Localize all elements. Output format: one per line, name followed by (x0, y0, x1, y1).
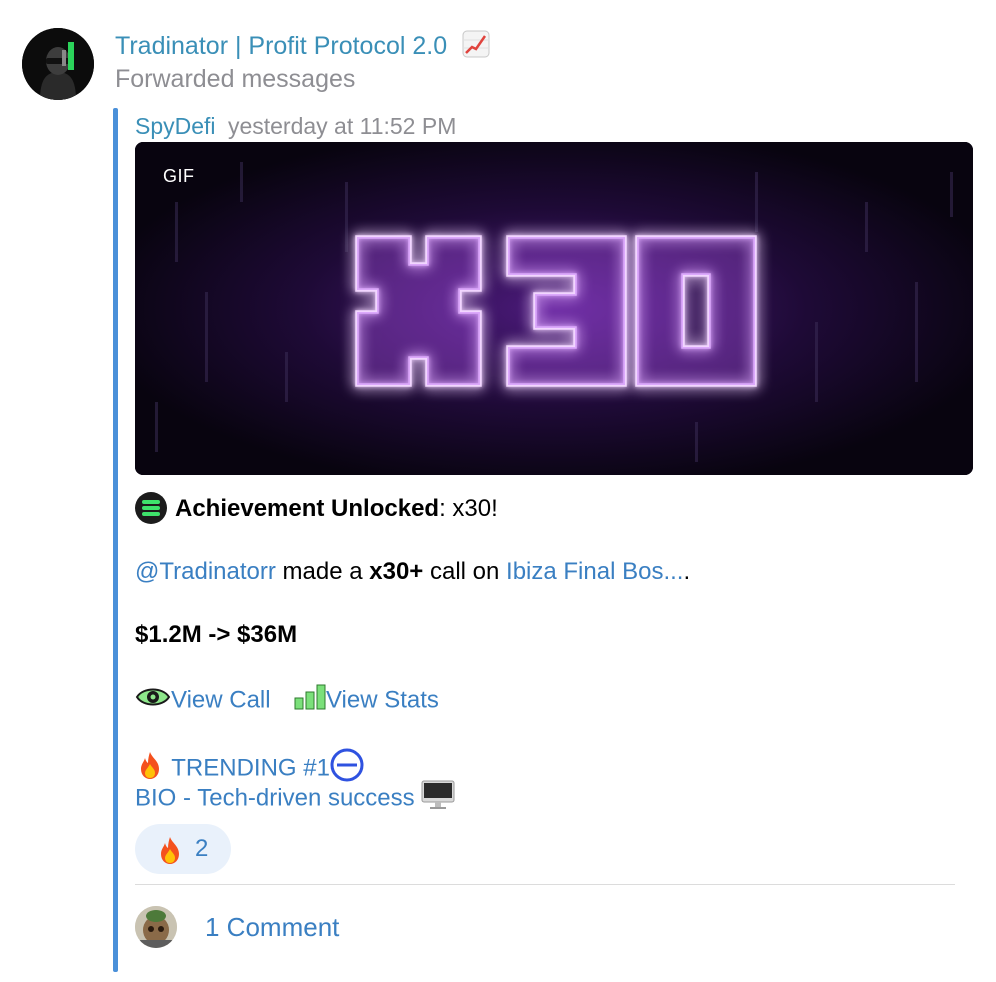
token-link[interactable]: Ibiza Final Bos... (506, 558, 683, 585)
channel-title[interactable]: Tradinator | Profit Protocol 2.0 (115, 30, 490, 65)
channel-title-text: Tradinator | Profit Protocol 2.0 (115, 32, 448, 60)
bio-line: BIO - Tech-driven success (135, 780, 455, 818)
view-call-link[interactable]: View Call (171, 686, 271, 713)
made-a-text: made a (275, 558, 370, 585)
call-on-text: call on (423, 558, 507, 585)
chart-increasing-icon (462, 30, 490, 65)
forward-quote-bar (113, 108, 118, 972)
achievement-value: : x30! (439, 495, 498, 522)
token-suffix: . (683, 558, 691, 585)
forward-timestamp: yesterday at 11:52 PM (227, 113, 457, 139)
bar-chart-icon (294, 684, 326, 718)
forward-origin: SpyDefi yesterday at 11:52 PM (135, 112, 456, 140)
forwarded-label: Forwarded messages (115, 65, 356, 93)
comments-link[interactable]: 1 Comment (205, 911, 339, 943)
call-line: @Tradinatorr made a x30+ call on Ibiza F… (135, 557, 690, 587)
forward-author[interactable]: SpyDefi (135, 113, 216, 139)
fire-icon (155, 835, 185, 872)
achievement-title: Achievement Unlocked (175, 495, 440, 522)
gif-media[interactable]: GIF (135, 142, 973, 475)
reaction-fire[interactable]: 2 (135, 824, 231, 874)
reaction-count: 2 (195, 835, 209, 862)
channel-avatar[interactable] (22, 28, 94, 100)
view-stats-link[interactable]: View Stats (326, 686, 439, 713)
mcap-change: $1.2M -> $36M (135, 621, 298, 648)
desktop-computer-icon (421, 780, 455, 818)
trending-link[interactable]: TRENDING #1 (171, 754, 330, 781)
commenter-avatar (135, 906, 177, 948)
achievement-line: Achievement Unlocked: x30! (135, 492, 498, 524)
gif-badge: GIF (163, 166, 195, 186)
achievement-icon (135, 492, 167, 524)
user-mention-link[interactable]: @Tradinatorr (135, 558, 276, 585)
eye-icon (135, 685, 171, 717)
bio-link[interactable]: BIO - Tech-driven success (135, 784, 415, 811)
links-line: View Call View Stats (135, 684, 439, 718)
comments-divider (135, 884, 955, 885)
multiplier-text: x30+ (369, 558, 424, 585)
